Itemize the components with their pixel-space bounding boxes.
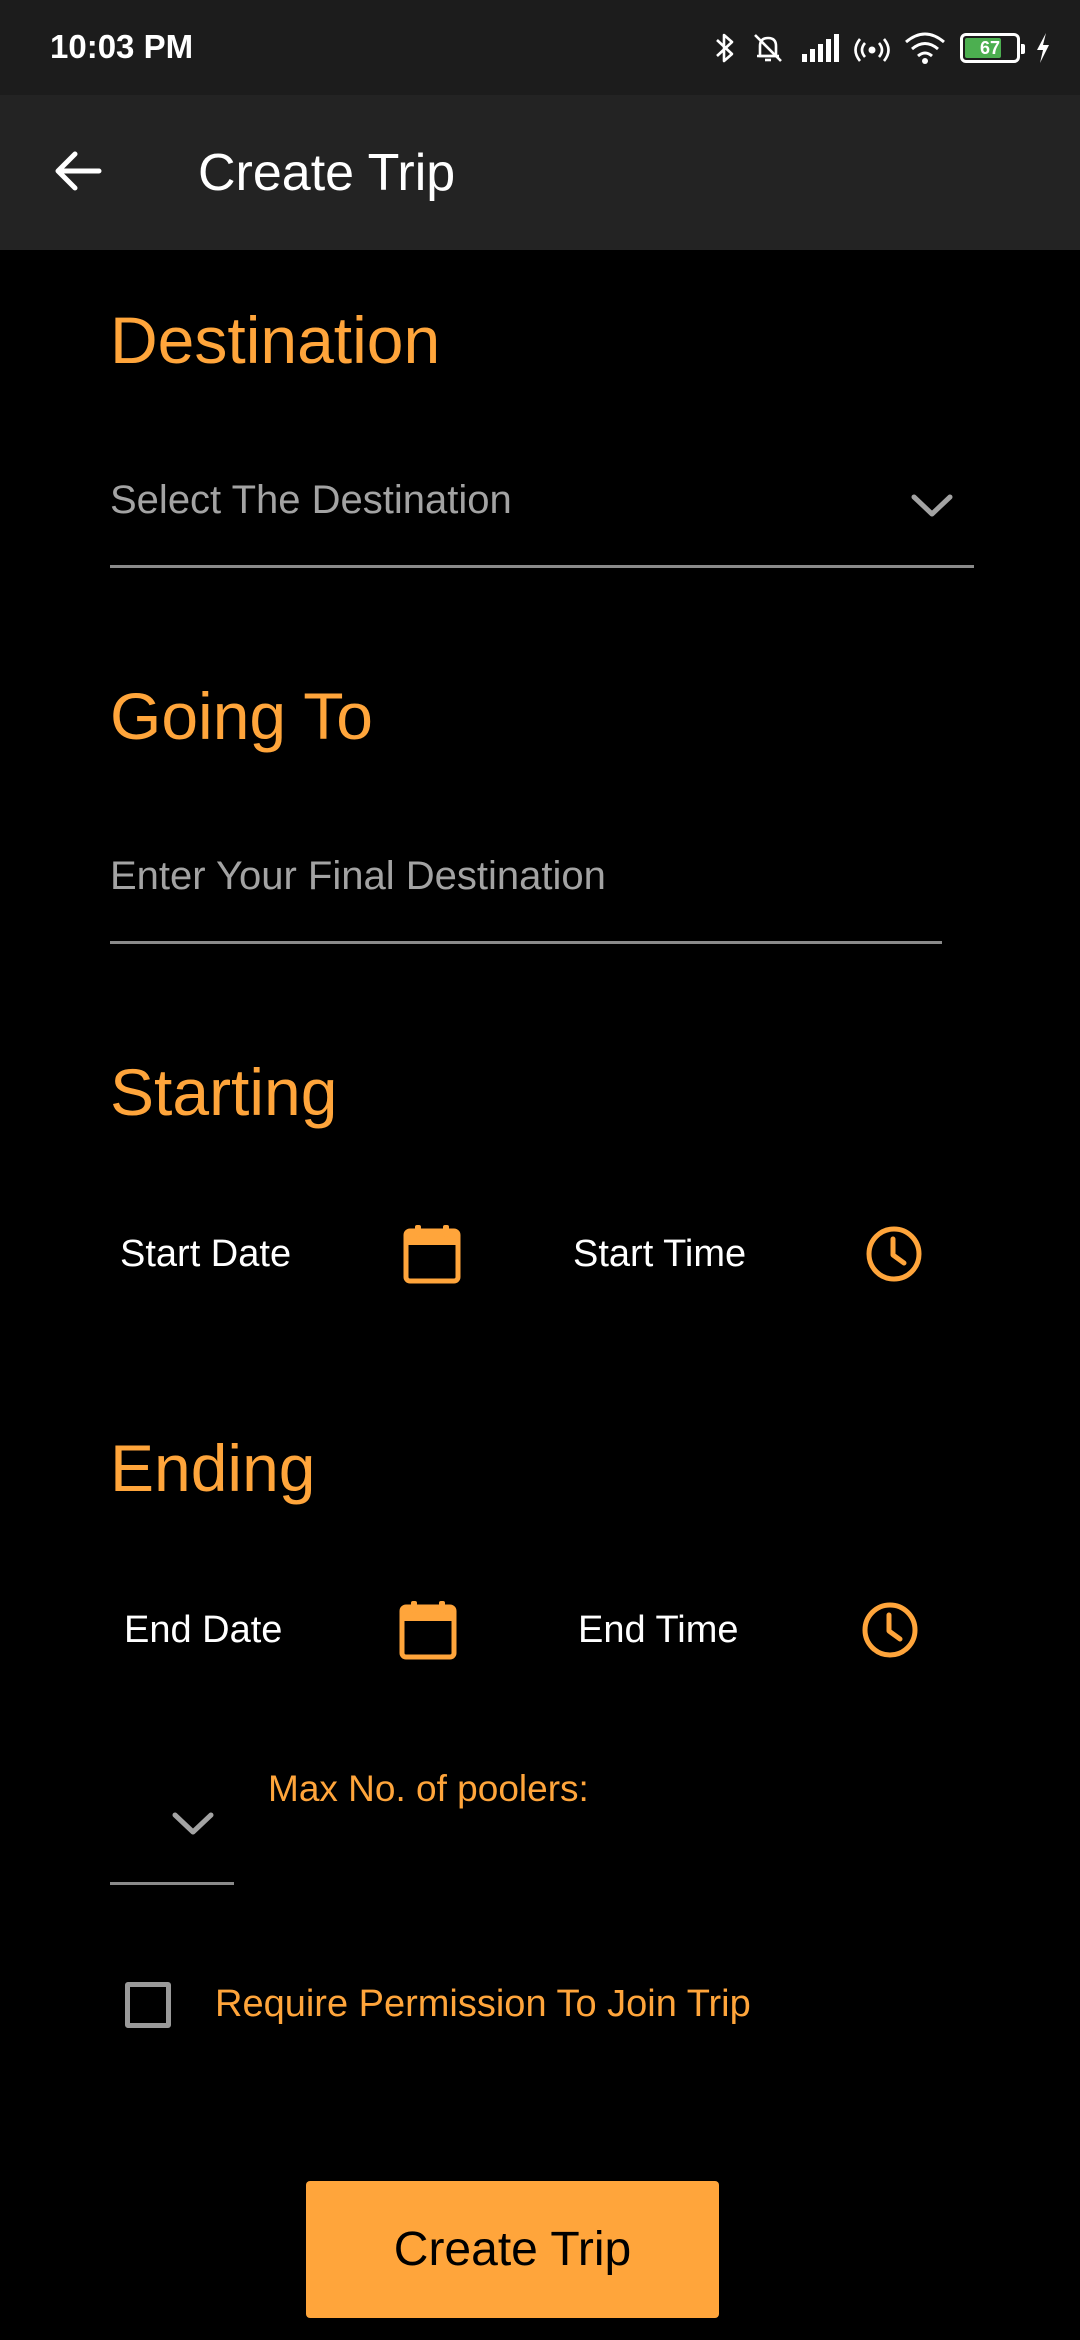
back-button[interactable] xyxy=(40,135,116,211)
mute-bell-icon xyxy=(750,30,786,66)
clock-icon[interactable] xyxy=(862,1222,926,1286)
status-bar: 10:03 PM 67 xyxy=(0,0,1080,95)
wifi-icon xyxy=(904,31,946,65)
permission-checkbox[interactable] xyxy=(125,1982,171,2028)
arrow-left-icon xyxy=(53,149,103,198)
start-date-label[interactable]: Start Date xyxy=(120,1233,291,1276)
hotspot-icon xyxy=(854,30,890,66)
permission-label[interactable]: Require Permission To Join Trip xyxy=(215,1983,751,2026)
battery-level: 67 xyxy=(979,37,1001,58)
end-time-label[interactable]: End Time xyxy=(578,1609,739,1652)
max-poolers-label: Max No. of poolers: xyxy=(268,1768,589,1809)
calendar-icon[interactable] xyxy=(400,1222,464,1286)
start-time-label[interactable]: Start Time xyxy=(573,1233,746,1276)
clock-icon[interactable] xyxy=(858,1598,922,1662)
calendar-icon[interactable] xyxy=(396,1598,460,1662)
final-destination-underline xyxy=(110,941,942,944)
status-time: 10:03 PM xyxy=(50,28,194,65)
chevron-down-icon xyxy=(908,482,956,530)
app-bar: Create Trip xyxy=(0,95,1080,250)
destination-title: Destination xyxy=(110,303,441,377)
poolers-underline xyxy=(110,1882,234,1885)
signal-icon xyxy=(800,32,840,64)
end-date-label[interactable]: End Date xyxy=(124,1609,282,1652)
bluetooth-icon xyxy=(714,30,736,66)
ending-title: Ending xyxy=(110,1431,316,1505)
starting-title: Starting xyxy=(110,1055,338,1129)
page-title: Create Trip xyxy=(198,144,456,202)
chevron-down-icon xyxy=(169,1800,217,1848)
status-icons: 67 xyxy=(714,26,1052,70)
charging-icon xyxy=(1034,31,1052,65)
final-destination-placeholder: Enter Your Final Destination xyxy=(110,854,606,898)
destination-underline xyxy=(110,565,974,568)
destination-placeholder: Select The Destination xyxy=(110,478,512,522)
create-trip-button[interactable]: Create Trip xyxy=(306,2181,719,2318)
battery-icon: 67 xyxy=(960,33,1025,63)
going-to-title: Going To xyxy=(110,679,373,753)
